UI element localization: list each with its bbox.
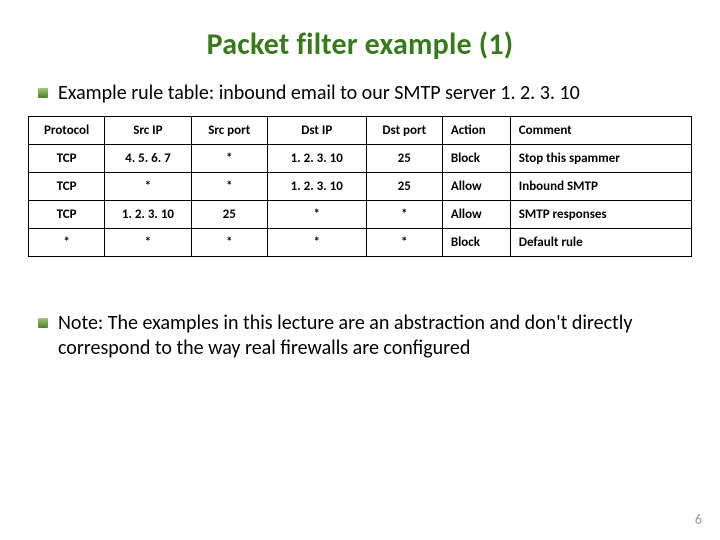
cell-action: Block [442, 145, 510, 173]
bullet-icon [38, 88, 48, 98]
cell-protocol: TCP [29, 201, 105, 229]
cell-comment: SMTP responses [510, 201, 691, 229]
cell-src-port: * [191, 229, 267, 257]
cell-src-ip: 1. 2. 3. 10 [105, 201, 191, 229]
table-row: * * * * * Block Default rule [29, 229, 692, 257]
cell-dst-ip: * [267, 229, 366, 257]
col-src-port: Src port [191, 117, 267, 145]
rule-table: Protocol Src IP Src port Dst IP Dst port… [28, 116, 692, 257]
table-header-row: Protocol Src IP Src port Dst IP Dst port… [29, 117, 692, 145]
slide-title: Packet filter example (1) [28, 26, 692, 63]
col-protocol: Protocol [29, 117, 105, 145]
cell-dst-port: 25 [366, 173, 442, 201]
intro-bullet: Example rule table: inbound email to our… [38, 81, 682, 106]
cell-dst-ip: * [267, 201, 366, 229]
col-dst-port: Dst port [366, 117, 442, 145]
note-text: Note: The examples in this lecture are a… [58, 311, 682, 361]
cell-src-port: 25 [191, 201, 267, 229]
cell-action: Allow [442, 201, 510, 229]
cell-src-port: * [191, 145, 267, 173]
col-comment: Comment [510, 117, 691, 145]
cell-protocol: TCP [29, 173, 105, 201]
page-number: 6 [695, 511, 702, 528]
col-dst-ip: Dst IP [267, 117, 366, 145]
cell-src-ip: 4. 5. 6. 7 [105, 145, 191, 173]
table-row: TCP 1. 2. 3. 10 25 * * Allow SMTP respon… [29, 201, 692, 229]
col-action: Action [442, 117, 510, 145]
cell-action: Block [442, 229, 510, 257]
cell-protocol: TCP [29, 145, 105, 173]
cell-dst-ip: 1. 2. 3. 10 [267, 173, 366, 201]
note-bullet: Note: The examples in this lecture are a… [38, 311, 682, 361]
slide: Packet filter example (1) Example rule t… [0, 0, 720, 540]
cell-dst-port: * [366, 201, 442, 229]
cell-src-port: * [191, 173, 267, 201]
cell-comment: Inbound SMTP [510, 173, 691, 201]
cell-src-ip: * [105, 173, 191, 201]
cell-protocol: * [29, 229, 105, 257]
cell-dst-ip: 1. 2. 3. 10 [267, 145, 366, 173]
cell-src-ip: * [105, 229, 191, 257]
cell-comment: Default rule [510, 229, 691, 257]
cell-dst-port: * [366, 229, 442, 257]
cell-comment: Stop this spammer [510, 145, 691, 173]
intro-text: Example rule table: inbound email to our… [58, 81, 580, 106]
table-row: TCP * * 1. 2. 3. 10 25 Allow Inbound SMT… [29, 173, 692, 201]
cell-dst-port: 25 [366, 145, 442, 173]
col-src-ip: Src IP [105, 117, 191, 145]
cell-action: Allow [442, 173, 510, 201]
bullet-icon [38, 318, 48, 328]
table-row: TCP 4. 5. 6. 7 * 1. 2. 3. 10 25 Block St… [29, 145, 692, 173]
